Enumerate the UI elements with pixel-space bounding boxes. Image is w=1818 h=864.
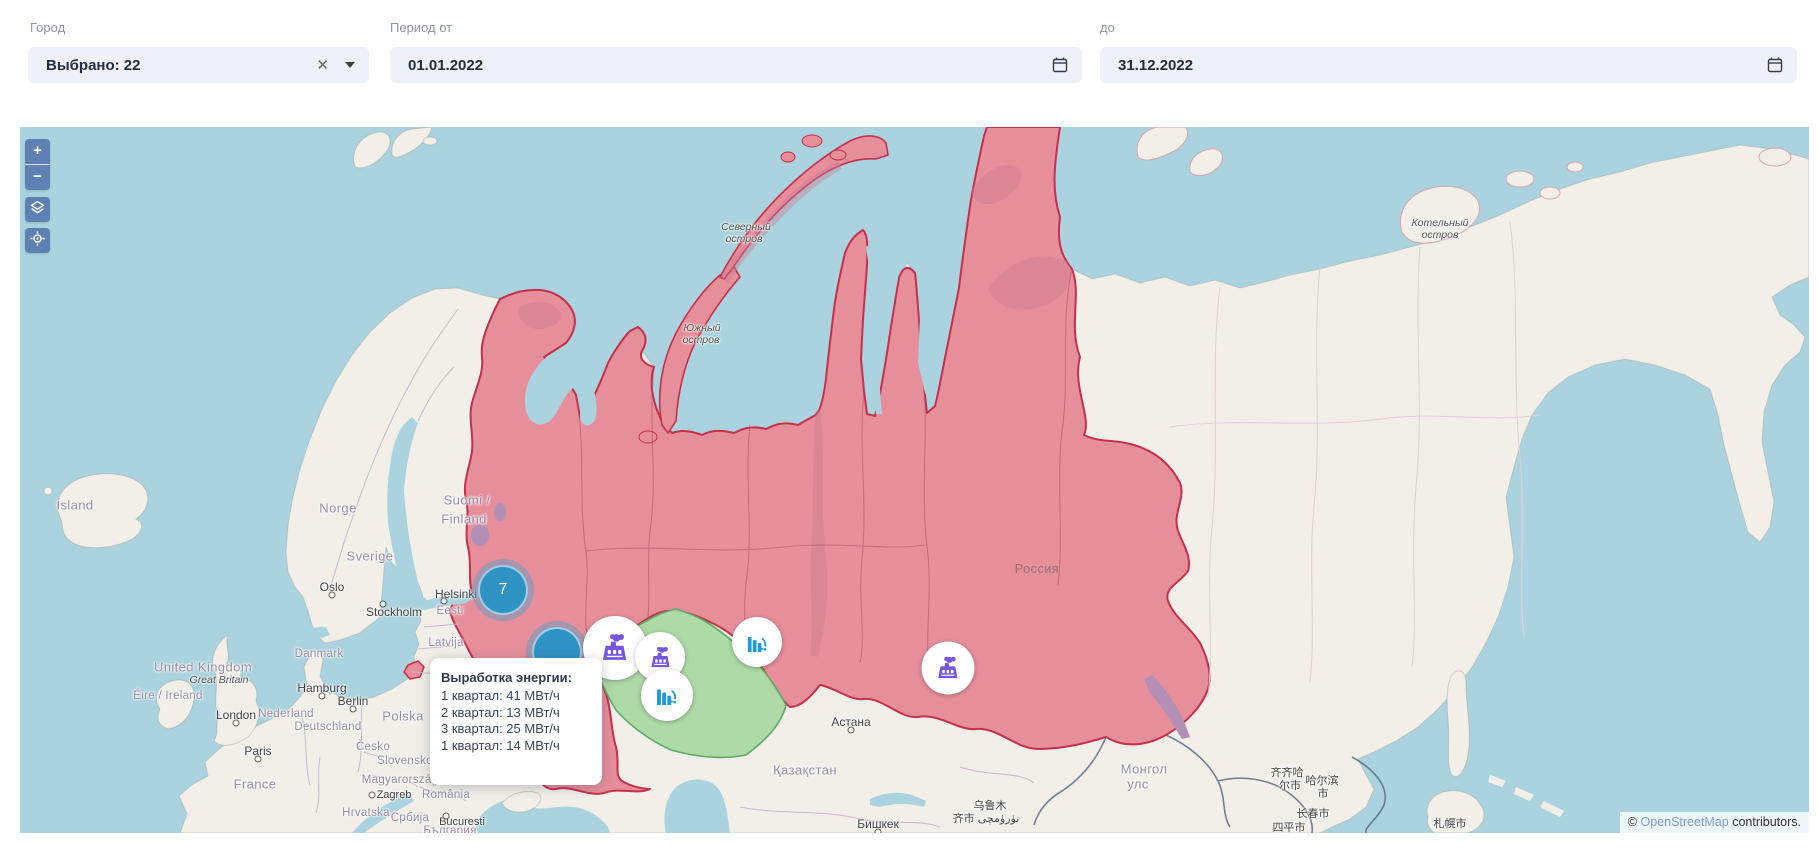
zoom-in-button[interactable]: +: [25, 139, 50, 165]
locate-button[interactable]: [25, 228, 50, 253]
energy-tooltip-title: Выработка энергии:: [441, 670, 591, 685]
factory-plant-marker[interactable]: [922, 642, 975, 695]
hydro-plant-marker[interactable]: [732, 617, 782, 667]
zoom-control: + −: [25, 139, 50, 190]
locate-icon: [29, 230, 46, 252]
zoom-out-button[interactable]: −: [25, 165, 50, 190]
city-select[interactable]: Выбрано: 22 ✕: [28, 47, 369, 83]
period-to-label: до: [1100, 20, 1115, 35]
city-select-value: Выбрано: 22: [28, 57, 316, 74]
period-from-input[interactable]: 01.01.2022: [390, 47, 1082, 83]
energy-tooltip-line: 1 квартал: 41 МВт/ч: [441, 688, 591, 705]
energy-tooltip-line: 1 квартал: 14 МВт/ч: [441, 738, 591, 755]
clear-icon[interactable]: ✕: [316, 56, 329, 74]
period-from-value: 01.01.2022: [390, 57, 1051, 74]
period-from-label: Период от: [390, 20, 452, 35]
energy-tooltip-line: 3 квартал: 25 МВт/ч: [441, 721, 591, 738]
hydro-plant-marker[interactable]: [641, 669, 693, 721]
openstreetmap-link[interactable]: OpenStreetMap: [1640, 815, 1728, 829]
cluster-marker[interactable]: 7: [478, 565, 528, 615]
period-to-value: 31.12.2022: [1100, 57, 1766, 74]
layers-button[interactable]: [25, 197, 50, 222]
map-basemap: [20, 127, 1809, 833]
period-to-input[interactable]: 31.12.2022: [1100, 47, 1797, 83]
energy-tooltip-line: 2 квартал: 13 МВт/ч: [441, 705, 591, 722]
attribution-copyright: ©: [1628, 815, 1641, 829]
energy-tooltip: Выработка энергии: 1 квартал: 41 МВт/ч2 …: [430, 658, 602, 785]
city-filter-label: Город: [30, 20, 65, 35]
attribution-suffix: contributors.: [1729, 815, 1801, 829]
map-canvas[interactable]: ÍslandNorgeSverigeSuomi /FinlandEestiLat…: [20, 127, 1809, 833]
calendar-icon[interactable]: [1051, 56, 1069, 74]
layers-icon: [29, 199, 46, 221]
chevron-down-icon[interactable]: [345, 62, 355, 68]
calendar-icon[interactable]: [1766, 56, 1784, 74]
map-attribution: © OpenStreetMap contributors.: [1620, 812, 1809, 833]
energy-tooltip-lines: 1 квартал: 41 МВт/ч2 квартал: 13 МВт/ч3 …: [441, 688, 591, 754]
